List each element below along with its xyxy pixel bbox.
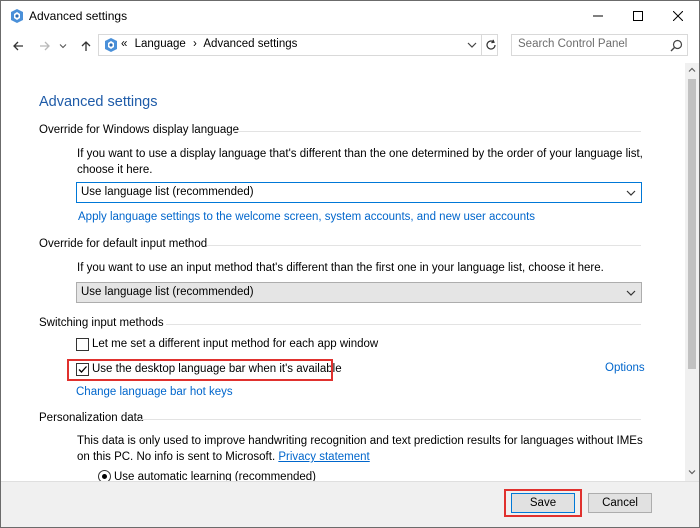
back-button[interactable] — [9, 37, 27, 55]
section-title-switching: Switching input methods — [39, 317, 164, 329]
breadcrumb-overflow[interactable]: « — [121, 38, 127, 50]
title-bar: Advanced settings — [1, 1, 699, 31]
breadcrumb-separator[interactable]: › — [193, 38, 197, 50]
automatic-learning-label: Use automatic learning (recommended) — [114, 470, 316, 482]
vertical-scrollbar[interactable] — [685, 63, 699, 481]
highlight-box — [67, 359, 333, 381]
automatic-learning-radio[interactable] — [98, 470, 111, 481]
arrow-up-icon — [81, 41, 91, 51]
arrow-right-icon — [40, 41, 50, 51]
search-box[interactable]: Search Control Panel — [511, 34, 688, 56]
display-language-select-value: Use language list (recommended) — [81, 186, 254, 198]
display-language-description: If you want to use a display language th… — [77, 148, 643, 176]
input-method-description: If you want to use an input method that'… — [77, 262, 604, 274]
per-app-input-method-label: Let me set a different input method for … — [92, 338, 379, 350]
scroll-up-icon[interactable] — [687, 65, 697, 75]
address-bar[interactable]: « Language › Advanced settings — [98, 34, 498, 56]
arrow-left-icon — [13, 41, 23, 51]
section-divider — [166, 324, 641, 325]
up-button[interactable] — [77, 37, 95, 55]
refresh-button[interactable] — [481, 34, 499, 56]
forward-button[interactable] — [36, 37, 54, 55]
minimize-icon — [593, 15, 603, 17]
chevron-down-icon — [59, 44, 67, 49]
control-panel-icon — [11, 9, 23, 23]
section-title-personalization: Personalization data — [39, 412, 144, 424]
window-title: Advanced settings — [29, 9, 128, 23]
section-title-input-method: Override for default input method — [39, 238, 208, 250]
section-divider — [207, 245, 641, 246]
search-icon[interactable] — [670, 39, 683, 52]
control-panel-icon — [105, 38, 117, 52]
chevron-down-icon — [626, 290, 636, 296]
recent-locations-button[interactable] — [57, 37, 69, 55]
highlight-box — [504, 489, 582, 517]
per-app-input-method-option[interactable]: Let me set a different input method for … — [76, 336, 378, 352]
automatic-learning-option[interactable]: Use automatic learning (recommended) — [98, 470, 316, 481]
breadcrumb-language[interactable]: Language — [135, 38, 186, 50]
dialog-footer: Save Cancel — [1, 481, 699, 527]
section-title-display-language: Override for Windows display language — [39, 124, 240, 136]
privacy-statement-link[interactable]: Privacy statement — [278, 451, 369, 463]
scroll-down-icon[interactable] — [687, 467, 697, 477]
personalization-description: This data is only used to improve handwr… — [77, 433, 647, 465]
section-divider — [233, 131, 641, 132]
close-button[interactable] — [655, 1, 699, 31]
input-method-select-value: Use language list (recommended) — [81, 286, 254, 298]
scrollbar-thumb[interactable] — [688, 79, 696, 369]
advanced-settings-window: Advanced settings « Language › Advanced … — [0, 0, 700, 528]
content-area: Advanced settings Override for Windows d… — [1, 63, 685, 481]
breadcrumb: « Language › Advanced settings — [121, 38, 301, 50]
chevron-down-icon — [626, 190, 636, 196]
refresh-icon — [485, 39, 496, 50]
display-language-select[interactable]: Use language list (recommended) — [76, 182, 642, 203]
cancel-button[interactable]: Cancel — [588, 493, 652, 513]
search-input[interactable]: Search Control Panel — [518, 38, 627, 50]
close-icon — [673, 11, 683, 21]
options-link[interactable]: Options — [605, 362, 645, 374]
apply-language-settings-link[interactable]: Apply language settings to the welcome s… — [78, 211, 535, 223]
section-divider — [141, 419, 641, 420]
breadcrumb-advanced-settings[interactable]: Advanced settings — [203, 38, 297, 50]
chevron-down-icon[interactable] — [466, 38, 478, 52]
input-method-select[interactable]: Use language list (recommended) — [76, 282, 642, 303]
page-title: Advanced settings — [39, 94, 158, 110]
change-hot-keys-link[interactable]: Change language bar hot keys — [76, 386, 233, 398]
per-app-input-method-checkbox[interactable] — [76, 337, 89, 351]
maximize-icon — [633, 11, 643, 21]
